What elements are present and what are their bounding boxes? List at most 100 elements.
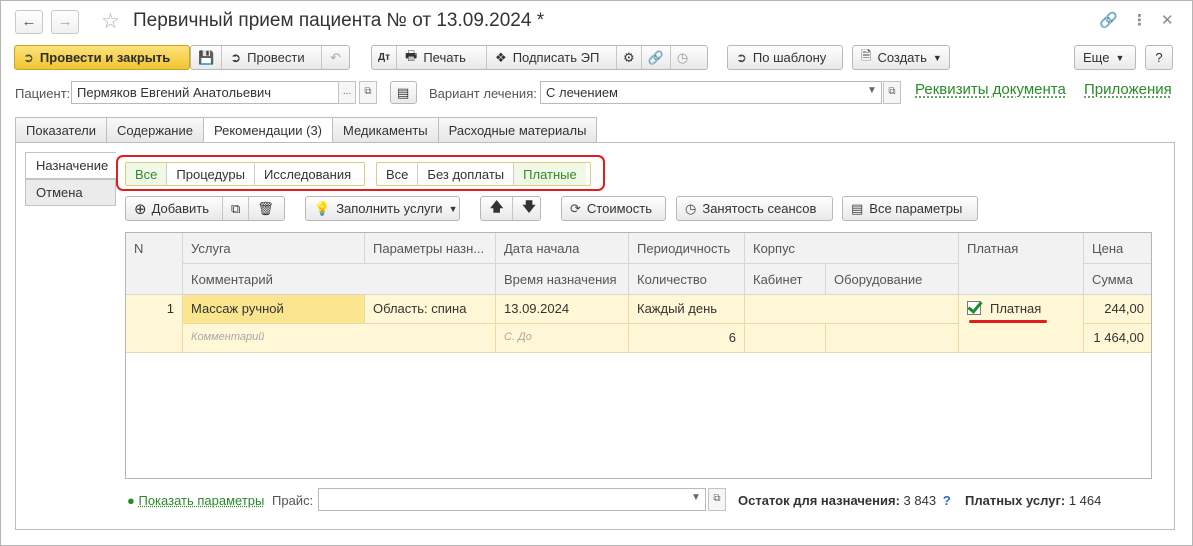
window-title: Первичный прием пациента № от 13.09.2024…	[133, 10, 545, 31]
price-dropdown-icon[interactable]: ▼	[687, 488, 705, 511]
sign-button[interactable]: ❖ Подписать ЭП	[487, 46, 618, 69]
patient-open-icon[interactable]: ⧉	[359, 81, 377, 104]
sign-label: Подписать ЭП	[512, 50, 600, 65]
row-params[interactable]: Область: спина	[365, 295, 496, 324]
by-template-button[interactable]: ➲ По шаблону	[727, 45, 843, 70]
tab-content[interactable]: Содержание	[106, 117, 204, 143]
row-price[interactable]: 244,00	[1084, 295, 1151, 324]
paid-underline	[969, 320, 1047, 323]
move-down-icon[interactable]: 🡇	[513, 197, 544, 220]
header-building[interactable]: Корпус	[745, 233, 959, 264]
price-list-field[interactable]	[318, 488, 706, 511]
filter-pay-paid[interactable]: Платные	[514, 163, 586, 185]
close-icon[interactable]: ✕	[1161, 11, 1174, 29]
more-chevron-icon: ▼	[1115, 52, 1125, 63]
history-icon[interactable]: ◷	[671, 46, 694, 69]
filter-type-procedures[interactable]: Процедуры	[167, 163, 255, 185]
treatment-field[interactable]: С лечением	[540, 81, 882, 104]
treatment-dropdown-icon[interactable]: ▼	[863, 81, 881, 104]
filter-pay-all[interactable]: Все	[377, 163, 419, 185]
help-button[interactable]: ?	[1145, 45, 1173, 70]
filter-type-all[interactable]: Все	[126, 163, 168, 185]
balance-summary: Остаток для назначения: 3 843 ?	[738, 493, 951, 508]
header-params[interactable]: Параметры назн...	[365, 233, 496, 264]
show-params-link[interactable]: ● Показать параметры	[127, 493, 264, 508]
fill-services-button[interactable]: 💡 Заполнить услуги ▼	[305, 196, 460, 221]
document-window: ← → ☆ Первичный прием пациента № от 13.0…	[0, 0, 1193, 546]
link-icon[interactable]: 🔗	[1099, 11, 1118, 29]
header-periodicity[interactable]: Периодичность	[629, 233, 745, 264]
row-cabinet[interactable]	[745, 324, 826, 353]
side-tab-assignment[interactable]: Назначение	[25, 152, 116, 179]
print-button[interactable]: 🖶 Печать	[397, 46, 488, 69]
post-button[interactable]: ➲ Провести	[222, 46, 323, 69]
paid-summary-label: Платных услуг:	[965, 493, 1066, 508]
chain-link-icon[interactable]: 🔗	[642, 46, 671, 69]
post-close-label: Провести и закрыть	[39, 50, 171, 65]
cost-button[interactable]: ⟳ Стоимость	[561, 196, 666, 221]
filter-pay-no-extra[interactable]: Без доплаты	[418, 163, 515, 185]
more-button[interactable]: Еще ▼	[1074, 45, 1136, 70]
tab-recommendations[interactable]: Рекомендации (3)	[202, 117, 334, 144]
document-details-link[interactable]: Реквизиты документа	[915, 81, 1066, 98]
create-button[interactable]: 🗎 Создать ▼	[852, 45, 950, 70]
balance-help-icon[interactable]: ?	[943, 493, 951, 508]
header-assign-time[interactable]: Время назначения	[496, 264, 629, 295]
header-quantity[interactable]: Количество	[629, 264, 745, 295]
price-open-icon[interactable]: ⧉	[708, 488, 726, 511]
dt-kt-icon[interactable]: Дт	[372, 46, 398, 69]
all-params-button[interactable]: ▤ Все параметры	[842, 196, 978, 221]
row-service[interactable]: Массаж ручной	[183, 295, 365, 324]
add-label: Добавить	[151, 201, 210, 216]
treatment-open-icon[interactable]: ⧉	[883, 81, 901, 104]
row-periodicity[interactable]: Каждый день	[629, 295, 745, 324]
create-label: Создать	[877, 50, 927, 65]
patient-select-button[interactable]: ...	[338, 81, 356, 104]
patient-field[interactable]: Пермяков Евгений Анатольевич	[71, 81, 339, 104]
attachments-link[interactable]: Приложения	[1084, 81, 1172, 98]
clock-icon: ◷	[685, 200, 697, 216]
row-paid-cell[interactable]: Платная	[959, 295, 1084, 353]
header-start-date[interactable]: Дата начала	[496, 233, 629, 264]
post-and-close-button[interactable]: ➲ Провести и закрыть	[14, 45, 190, 70]
row-start-date[interactable]: 13.09.2024	[496, 295, 629, 324]
seal-icon: ❖	[495, 49, 507, 65]
header-cabinet[interactable]: Кабинет	[745, 264, 826, 295]
gears-icon[interactable]: ⚙	[617, 46, 642, 69]
row-equipment[interactable]	[826, 324, 959, 353]
back-arrow-icon[interactable]: ←	[15, 10, 43, 34]
chevron-down-icon: ▼	[932, 52, 942, 63]
header-sum[interactable]: Сумма	[1084, 264, 1151, 295]
header-paid[interactable]: Платная	[959, 233, 1084, 295]
create-doc-icon: 🗎	[861, 47, 872, 63]
side-tab-cancel[interactable]: Отмена	[25, 179, 116, 206]
header-equipment[interactable]: Оборудование	[826, 264, 959, 295]
row-sum[interactable]: 1 464,00	[1084, 324, 1151, 353]
fill-chevron-icon: ▼	[448, 203, 458, 214]
header-n[interactable]: N	[126, 233, 183, 295]
undo-icon[interactable]: ↶	[322, 46, 349, 69]
paid-checkbox[interactable]	[967, 301, 981, 315]
main-tabs: Показатели Содержание Рекомендации (3) М…	[15, 117, 598, 144]
row-comment[interactable]: Комментарий	[183, 324, 496, 353]
copy-icon[interactable]: ⧉	[223, 197, 250, 220]
tab-consumables[interactable]: Расходные материалы	[437, 117, 598, 143]
patient-card-icon[interactable]: ▤	[390, 81, 417, 104]
filter-type-research[interactable]: Исследования	[255, 163, 360, 185]
row-assign-time[interactable]: С. До	[496, 324, 629, 353]
row-building[interactable]	[745, 295, 959, 324]
tab-medications[interactable]: Медикаменты	[332, 117, 439, 143]
header-comment[interactable]: Комментарий	[183, 264, 496, 295]
row-quantity[interactable]: 6	[629, 324, 745, 353]
save-icon[interactable]: 💾	[191, 46, 223, 69]
delete-icon[interactable]: 🗑	[249, 197, 282, 220]
header-service[interactable]: Услуга	[183, 233, 365, 264]
forward-arrow-icon[interactable]: →	[51, 10, 79, 34]
tab-indicators[interactable]: Показатели	[15, 117, 107, 143]
more-vertical-icon[interactable]: ⋮	[1132, 11, 1147, 29]
add-button[interactable]: ⊕ Добавить	[126, 197, 223, 220]
favorite-star-icon[interactable]: ☆	[101, 9, 120, 34]
sessions-button[interactable]: ◷ Занятость сеансов	[676, 196, 833, 221]
header-price[interactable]: Цена	[1084, 233, 1151, 264]
move-up-icon[interactable]: 🡅	[481, 197, 514, 220]
